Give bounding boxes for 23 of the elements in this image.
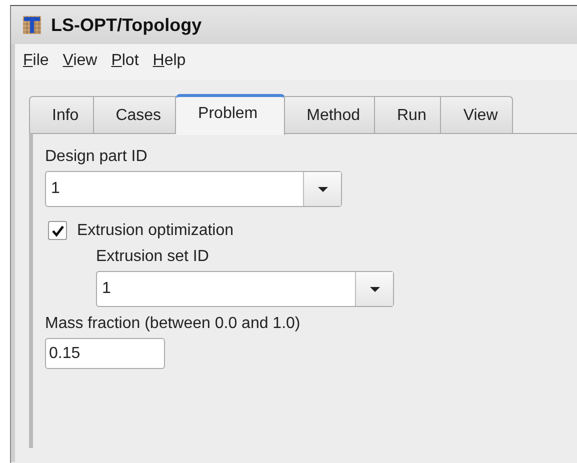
input-field[interactable]: 0.15 (45, 338, 165, 369)
app-icon (23, 16, 41, 34)
menu-item[interactable]: File (23, 52, 49, 70)
combo-box[interactable]: 1 (45, 171, 342, 207)
menu-item[interactable]: View (62, 52, 98, 70)
tab[interactable]: Run (375, 96, 442, 133)
field-label: Mass fraction (between 0.0 and 1.0) (45, 315, 300, 333)
field-label: Design part ID (45, 148, 148, 166)
tab[interactable]: Info (29, 96, 94, 133)
tab[interactable]: View (441, 96, 513, 133)
checkbox[interactable] (48, 221, 67, 240)
tab[interactable]: Problem (176, 94, 285, 135)
field-label: Extrusion set ID (96, 248, 209, 266)
dropdown-icon (318, 186, 328, 192)
tab[interactable]: Cases (94, 96, 176, 133)
menu-item[interactable]: Plot (111, 52, 139, 70)
tab[interactable]: Method (284, 96, 375, 133)
dropdown-icon (370, 286, 380, 292)
combo-box[interactable]: 1 (96, 271, 394, 307)
window-title: LS-OPT/Topology (51, 14, 202, 36)
checkbox-label: Extrusion optimization (77, 222, 234, 240)
menu-item[interactable]: Help (152, 52, 186, 70)
checkmark-icon (52, 224, 64, 236)
